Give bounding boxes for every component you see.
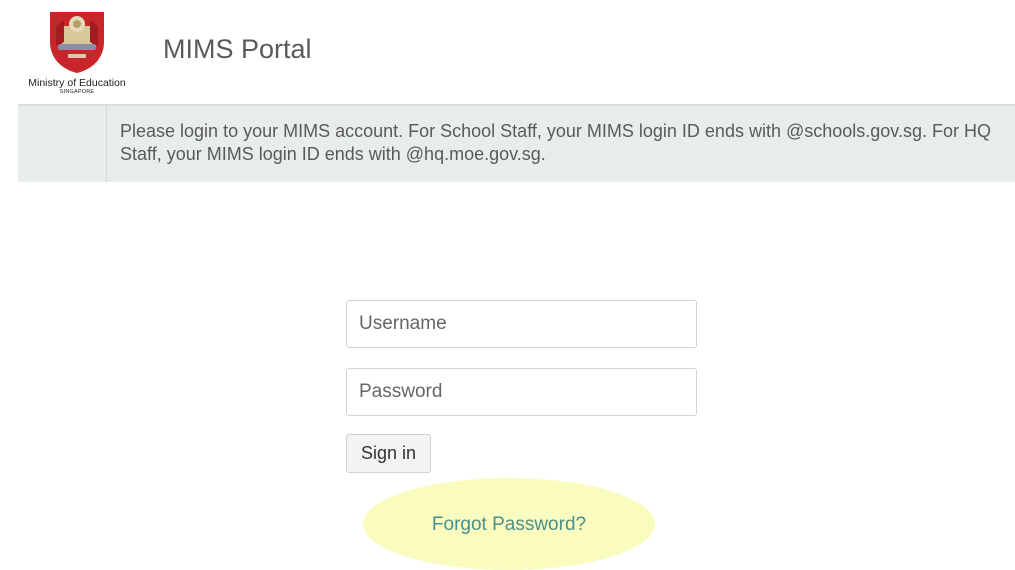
password-input[interactable] xyxy=(346,368,697,416)
page-title: MIMS Portal xyxy=(163,34,312,64)
moe-crest-icon xyxy=(44,6,110,74)
logo-ministry-label: Ministry of Education xyxy=(28,77,126,89)
login-notice: Please login to your MIMS account. For S… xyxy=(18,104,1015,182)
notice-divider xyxy=(106,106,107,182)
sign-in-button[interactable]: Sign in xyxy=(346,434,431,473)
logo-text: Ministry of Education SINGAPORE xyxy=(18,77,136,96)
logo-country-label: SINGAPORE xyxy=(59,89,95,95)
notice-text: Please login to your MIMS account. For S… xyxy=(120,121,991,164)
forgot-password-link[interactable]: Forgot Password? xyxy=(363,514,655,536)
username-input[interactable] xyxy=(346,300,697,348)
header: Ministry of Education SINGAPORE MIMS Por… xyxy=(0,0,1015,104)
